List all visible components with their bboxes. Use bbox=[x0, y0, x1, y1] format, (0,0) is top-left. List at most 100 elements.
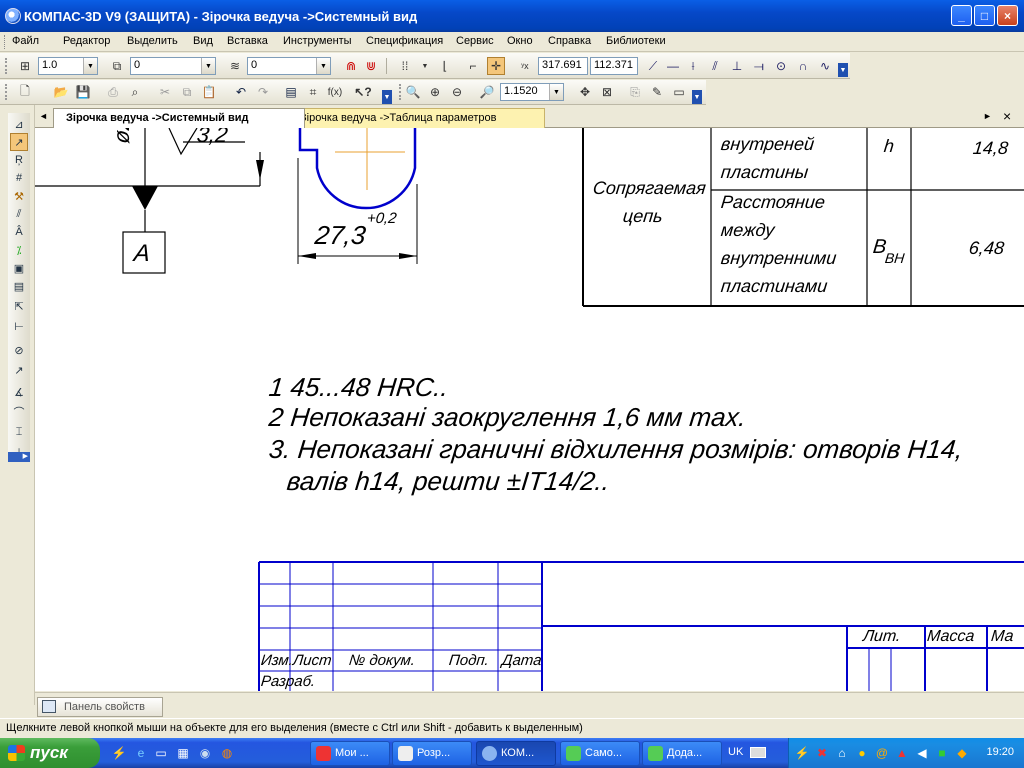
table-row1-value[interactable]: 14,8 bbox=[972, 138, 1009, 159]
tray-icon-1[interactable]: ⚡ bbox=[793, 744, 811, 762]
print-preview-icon[interactable]: ⌕ bbox=[126, 83, 144, 101]
menu-libraries[interactable]: Библиотеки bbox=[606, 35, 666, 47]
table-row1-param-line1[interactable]: внутреней bbox=[720, 134, 815, 155]
help-pointer-icon[interactable]: ↖? bbox=[354, 83, 372, 101]
maximize-button[interactable]: □ bbox=[974, 5, 995, 26]
media-icon[interactable]: ◉ bbox=[196, 744, 214, 762]
table-row2-param-line2[interactable]: между bbox=[720, 220, 775, 241]
tray-icon-5[interactable]: @ bbox=[873, 744, 891, 762]
display-icon[interactable]: ▭ bbox=[670, 83, 688, 101]
snap-tangent-icon[interactable]: ⟞ bbox=[750, 57, 768, 75]
menu-view[interactable]: Вид bbox=[193, 35, 213, 47]
snap-normal-icon[interactable]: ⊥ bbox=[728, 57, 746, 75]
geometry-icon[interactable]: ⊿ bbox=[10, 115, 28, 133]
note-4[interactable]: валів h14, решти ±IT14/2.. bbox=[285, 466, 611, 497]
tb-massa[interactable]: Масса bbox=[926, 628, 975, 646]
chevron-down-icon[interactable]: ▼ bbox=[201, 58, 215, 74]
open-folder-icon[interactable]: 📂 bbox=[52, 83, 70, 101]
tray-icon-2[interactable]: ✖ bbox=[813, 744, 831, 762]
radial-dim-icon[interactable]: ↗ bbox=[10, 361, 28, 379]
layer-combo[interactable]: 0 ▼ bbox=[247, 57, 331, 75]
taskbar-item-word[interactable]: Розр... bbox=[392, 741, 472, 766]
tray-icon-3[interactable]: ⌂ bbox=[833, 744, 851, 762]
table-group-line1[interactable]: Сопрягаемая bbox=[592, 178, 707, 199]
chevron-down-icon[interactable]: ▼ bbox=[316, 58, 330, 74]
menu-specification[interactable]: Спецификация bbox=[366, 35, 443, 47]
zoom-window-icon[interactable]: 🔍 bbox=[404, 83, 422, 101]
minimize-button[interactable]: _ bbox=[951, 5, 972, 26]
roughness-label[interactable]: 3,2 bbox=[196, 128, 229, 148]
snap-nearest-icon[interactable]: ⟋ bbox=[644, 57, 662, 75]
new-document-icon[interactable]: 🗋 bbox=[16, 83, 34, 101]
firefox-icon[interactable]: ◍ bbox=[218, 744, 236, 762]
tab-system-view[interactable]: Зірочка ведуча ->Системный вид bbox=[53, 108, 305, 128]
dimension-tolerance[interactable]: +0,2 bbox=[366, 210, 397, 227]
undo-icon[interactable]: ↶ bbox=[232, 83, 250, 101]
magnet-off-icon[interactable]: ⋓ bbox=[362, 57, 380, 75]
edit-icon[interactable]: # bbox=[10, 169, 28, 187]
snap-grid-icon[interactable]: ⊞ bbox=[16, 57, 34, 75]
toolbar-grip[interactable] bbox=[5, 58, 8, 74]
angular-dim-icon[interactable]: ∡ bbox=[10, 383, 28, 401]
style-icon[interactable]: ⧉ bbox=[108, 57, 126, 75]
snap-curve-icon[interactable]: ∿ bbox=[816, 57, 834, 75]
style-combo[interactable]: 0 ▼ bbox=[130, 57, 216, 75]
snap-parallel-icon[interactable]: ⫽ bbox=[706, 57, 724, 75]
ortho-icon[interactable]: ⌐ bbox=[464, 57, 482, 75]
taskbar-item-my-documents[interactable]: Мои ... bbox=[310, 741, 390, 766]
current-point-icon[interactable]: ✛ bbox=[487, 57, 505, 75]
note-1[interactable]: 1 45...48 HRC.. bbox=[267, 372, 449, 403]
redo-icon[interactable]: ↷ bbox=[254, 83, 272, 101]
menu-help[interactable]: Справка bbox=[548, 35, 591, 47]
table-row2-value[interactable]: 6,48 bbox=[968, 238, 1005, 259]
toolbar-options-icon[interactable]: ▼ bbox=[838, 63, 848, 77]
taskbar-item-app4[interactable]: Само... bbox=[560, 741, 640, 766]
tb-list[interactable]: Лист bbox=[292, 652, 332, 669]
tray-icon-4[interactable]: ● bbox=[853, 744, 871, 762]
menu-tools[interactable]: Инструменты bbox=[283, 35, 352, 47]
cut-icon[interactable]: ✂ bbox=[156, 83, 174, 101]
chevron-down-icon[interactable]: ▼ bbox=[549, 84, 563, 100]
chain-dim-icon[interactable]: ⌶ bbox=[10, 423, 28, 441]
tb-mas[interactable]: Ма bbox=[990, 628, 1014, 646]
function-icon[interactable]: f(x) bbox=[326, 83, 344, 101]
zoom-all-icon[interactable]: ⊠ bbox=[598, 83, 616, 101]
tabs-nav-left[interactable]: ◄ bbox=[39, 111, 48, 121]
designations-icon[interactable]: Ŗ bbox=[10, 151, 28, 169]
table-row1-param-line2[interactable]: пластины bbox=[720, 162, 809, 183]
quicklaunch-icon-1[interactable]: ⚡ bbox=[110, 744, 128, 762]
note-2[interactable]: 2 Непоказані заокруглення 1,6 мм max. bbox=[267, 402, 747, 433]
kompas-app-icon[interactable] bbox=[5, 8, 21, 24]
line-width-combo[interactable]: 1.0 ▼ bbox=[38, 57, 98, 75]
taskbar-item-app5[interactable]: Дода... bbox=[642, 741, 722, 766]
redraw-icon[interactable]: ✎ bbox=[648, 83, 666, 101]
note-3[interactable]: 3. Непоказані граничні відхилення розмір… bbox=[267, 434, 964, 465]
menu-grip[interactable] bbox=[4, 35, 7, 49]
measure-icon[interactable]: ⫽ bbox=[10, 205, 28, 223]
toolbar-grip[interactable] bbox=[399, 84, 402, 100]
start-button[interactable]: пуск bbox=[0, 738, 100, 768]
menu-service[interactable]: Сервис bbox=[456, 35, 494, 47]
tab-parameter-table[interactable]: Зірочка ведуча ->Таблица параметров bbox=[287, 108, 545, 128]
associative-view-icon[interactable]: ⁒ bbox=[10, 241, 28, 259]
spec-icon[interactable]: ▣ bbox=[10, 259, 28, 277]
tray-icon-8[interactable]: ■ bbox=[933, 744, 951, 762]
volume-icon[interactable]: ◀ bbox=[913, 744, 931, 762]
snap-spline-icon[interactable]: ∩ bbox=[794, 57, 812, 75]
zoom-scale-icon[interactable]: 🔎 bbox=[478, 83, 496, 101]
arc-dim-icon[interactable]: ⌒ bbox=[10, 403, 28, 421]
pan-icon[interactable]: ✥ bbox=[576, 83, 594, 101]
desktop-icon[interactable]: ▭ bbox=[152, 744, 170, 762]
window-titlebar[interactable]: КОМПАС-3D V9 (ЗАЩИТА) - Зірочка ведуча -… bbox=[0, 0, 1024, 32]
tb-doc[interactable]: № докум. bbox=[348, 652, 416, 669]
menu-insert[interactable]: Вставка bbox=[227, 35, 268, 47]
tabs-nav-right[interactable]: ► bbox=[983, 111, 992, 121]
tab-close-icon[interactable]: × bbox=[1003, 108, 1011, 124]
language-indicator[interactable]: UK bbox=[728, 746, 743, 758]
refresh-icon[interactable]: ⎘ bbox=[626, 83, 644, 101]
coord-x-field[interactable]: 317.691 bbox=[538, 57, 588, 75]
zoom-out-icon[interactable]: ⊖ bbox=[448, 83, 466, 101]
snap-endpoint-icon[interactable]: ⟊ bbox=[684, 57, 702, 75]
calc-icon[interactable]: ▦ bbox=[174, 744, 192, 762]
ie-icon[interactable]: e bbox=[132, 744, 150, 762]
